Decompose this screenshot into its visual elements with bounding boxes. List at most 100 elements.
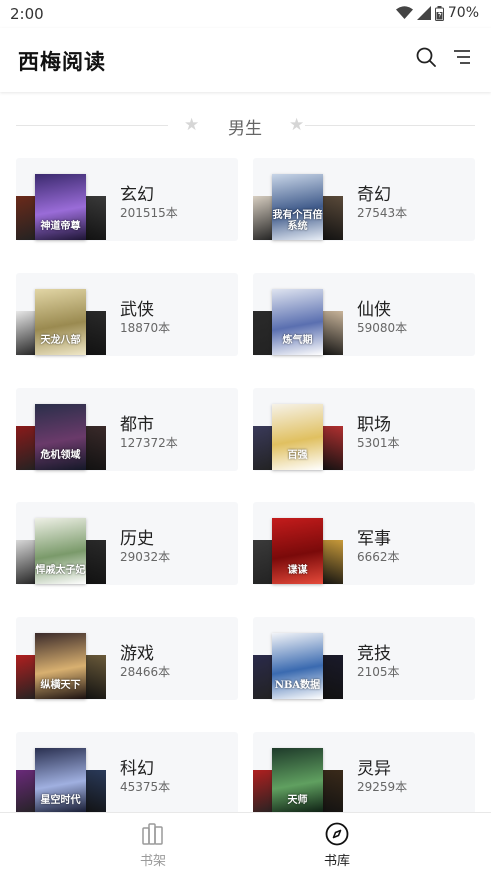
battery-icon bbox=[434, 5, 444, 21]
battery-level: 70% bbox=[447, 5, 479, 21]
book-cover: NBA数据 bbox=[272, 633, 323, 700]
book-cover: 悍戚太子妃 bbox=[35, 518, 86, 585]
star-icon: ★ bbox=[289, 115, 305, 135]
category-name: 竞技 bbox=[357, 644, 391, 665]
book-cover: 神道帝尊 bbox=[35, 174, 86, 240]
book-cover-title: 纵横天下 bbox=[40, 679, 81, 691]
book-cover-title: 百强 bbox=[287, 450, 308, 462]
book-cover-thumb bbox=[84, 540, 106, 585]
category-name: 历史 bbox=[120, 529, 154, 550]
section-heading: ★ 男生 ★ bbox=[16, 112, 475, 140]
book-cover-title: 我有个百倍系统 bbox=[272, 210, 323, 232]
wifi-icon bbox=[395, 6, 413, 20]
category-count: 18870本 bbox=[120, 320, 171, 335]
status-time: 2:00 bbox=[10, 5, 44, 23]
book-cover-title: 神道帝尊 bbox=[40, 220, 81, 232]
app-title: 西梅阅读 bbox=[18, 49, 106, 74]
book-cover-thumb bbox=[321, 655, 343, 700]
cover-stack: 谍谋 bbox=[253, 518, 343, 585]
book-cover-title: NBA数据 bbox=[274, 679, 321, 691]
search-button[interactable] bbox=[413, 46, 439, 72]
book-cover: 纵横天下 bbox=[35, 633, 86, 700]
bookshelf-icon bbox=[113, 821, 193, 847]
category-name: 游戏 bbox=[120, 644, 154, 665]
category-name: 玄幻 bbox=[120, 185, 154, 205]
category-card[interactable]: 谍谋 军事 6662本 bbox=[253, 502, 475, 586]
book-cover-title: 天龙八部 bbox=[40, 335, 81, 347]
cover-stack: NBA数据 bbox=[253, 633, 343, 700]
book-cover-thumb bbox=[84, 655, 106, 700]
category-count: 6662本 bbox=[357, 550, 400, 565]
book-cover-title: 悍戚太子妃 bbox=[35, 564, 86, 576]
cover-stack: 天师 bbox=[253, 748, 343, 814]
category-name: 都市 bbox=[120, 414, 154, 435]
category-card[interactable]: 天龙八部 武侠 18870本 bbox=[16, 272, 238, 356]
book-cover-thumb bbox=[84, 196, 106, 240]
section-title: 男生 bbox=[228, 119, 262, 139]
book-cover: 天龙八部 bbox=[35, 288, 86, 355]
search-icon bbox=[416, 47, 436, 71]
book-cover: 我有个百倍系统 bbox=[272, 174, 323, 240]
nav-bookshelf[interactable]: 书架 bbox=[113, 821, 193, 869]
category-count: 201515本 bbox=[120, 206, 178, 220]
list-menu-icon bbox=[452, 48, 472, 70]
category-name: 武侠 bbox=[120, 299, 154, 320]
nav-bookshelf-label: 书架 bbox=[139, 854, 166, 869]
category-count: 127372本 bbox=[120, 435, 178, 450]
category-card[interactable]: 纵横天下 游戏 28466本 bbox=[16, 617, 238, 701]
app-bar: 西梅阅读 bbox=[0, 28, 491, 92]
cover-stack: 我有个百倍系统 bbox=[253, 174, 343, 240]
category-card[interactable]: 危机领域 都市 127372本 bbox=[16, 387, 238, 471]
bottom-navigation: 书架 书库 bbox=[0, 812, 491, 873]
divider-left bbox=[16, 125, 168, 126]
category-count: 29032本 bbox=[120, 550, 171, 565]
book-cover-title: 天师 bbox=[287, 794, 308, 806]
cover-stack: 悍戚太子妃 bbox=[16, 518, 106, 585]
category-count: 27543本 bbox=[357, 206, 408, 220]
nav-library-label: 书库 bbox=[323, 854, 350, 869]
category-count: 59080本 bbox=[357, 320, 408, 335]
category-count: 29259本 bbox=[357, 780, 408, 794]
compass-icon bbox=[297, 821, 377, 847]
book-cover-thumb bbox=[321, 310, 343, 355]
book-cover-title: 炼气期 bbox=[282, 335, 313, 347]
book-cover-thumb bbox=[84, 310, 106, 355]
category-name: 奇幻 bbox=[357, 185, 391, 205]
category-card[interactable]: NBA数据 竞技 2105本 bbox=[253, 617, 475, 701]
category-name: 职场 bbox=[357, 414, 391, 435]
menu-button[interactable] bbox=[449, 46, 475, 72]
category-name: 军事 bbox=[357, 529, 391, 550]
book-cover: 百强 bbox=[272, 403, 323, 470]
category-count: 45375本 bbox=[120, 780, 171, 794]
category-card[interactable]: 百强 职场 5301本 bbox=[253, 387, 475, 471]
category-card[interactable]: 悍戚太子妃 历史 29032本 bbox=[16, 502, 238, 586]
book-cover-thumb bbox=[321, 540, 343, 585]
cover-stack: 百强 bbox=[253, 403, 343, 470]
book-cover: 星空时代 bbox=[35, 748, 86, 814]
cover-stack: 星空时代 bbox=[16, 748, 106, 814]
book-cover-title: 谍谋 bbox=[287, 564, 308, 576]
nav-library[interactable]: 书库 bbox=[297, 821, 377, 869]
divider-right bbox=[305, 125, 475, 126]
category-count: 28466本 bbox=[120, 665, 171, 680]
category-name: 灵异 bbox=[357, 759, 391, 779]
category-card[interactable]: 天师 灵异 29259本 bbox=[253, 732, 475, 815]
status-bar: 2:00 70% bbox=[0, 0, 491, 28]
cover-stack: 危机领域 bbox=[16, 403, 106, 470]
category-card[interactable]: 炼气期 仙侠 59080本 bbox=[253, 272, 475, 356]
category-name: 科幻 bbox=[120, 759, 154, 779]
category-card[interactable]: 神道帝尊 玄幻 201515本 bbox=[16, 158, 238, 241]
category-card[interactable]: 我有个百倍系统 奇幻 27543本 bbox=[253, 158, 475, 241]
book-cover: 谍谋 bbox=[272, 518, 323, 585]
book-cover-thumb bbox=[84, 425, 106, 470]
book-cover: 炼气期 bbox=[272, 288, 323, 355]
category-name: 仙侠 bbox=[357, 299, 391, 320]
book-cover-thumb bbox=[84, 770, 106, 814]
cover-stack: 炼气期 bbox=[253, 288, 343, 355]
category-count: 5301本 bbox=[357, 435, 400, 450]
category-card[interactable]: 星空时代 科幻 45375本 bbox=[16, 732, 238, 815]
book-cover-title: 星空时代 bbox=[40, 794, 81, 806]
category-count: 2105本 bbox=[357, 665, 400, 680]
book-cover-thumb bbox=[321, 196, 343, 240]
book-cover: 天师 bbox=[272, 748, 323, 814]
